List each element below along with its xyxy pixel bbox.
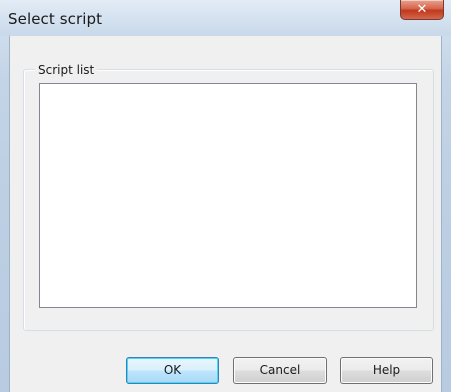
- close-icon: ✕: [416, 1, 428, 17]
- help-button[interactable]: Help: [340, 357, 433, 384]
- title-bar[interactable]: Select script ✕: [0, 0, 451, 36]
- close-button[interactable]: ✕: [400, 0, 444, 20]
- select-script-dialog: Select script ✕ Script list OK Cancel He…: [0, 0, 451, 392]
- script-list-group-label: Script list: [35, 63, 98, 77]
- script-listbox[interactable]: [39, 83, 417, 308]
- window-title: Select script: [8, 10, 103, 28]
- cancel-button[interactable]: Cancel: [233, 357, 327, 384]
- ok-button[interactable]: OK: [126, 357, 219, 384]
